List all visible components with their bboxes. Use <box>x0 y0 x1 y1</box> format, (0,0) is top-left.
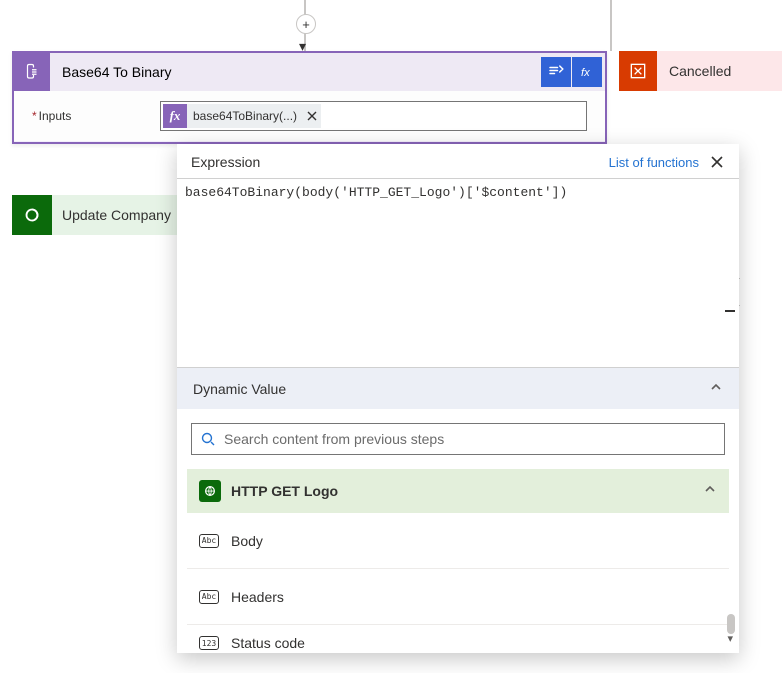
expression-editor[interactable] <box>177 178 739 362</box>
search-placeholder: Search content from previous steps <box>224 431 444 447</box>
expression-popover: Expression List of functions Dynamic Val… <box>177 144 739 653</box>
data-operations-icon <box>14 53 50 91</box>
http-icon <box>199 480 221 502</box>
inputs-field[interactable]: fx base64ToBinary(...) <box>160 101 587 131</box>
type-string-icon: Abc <box>199 534 219 548</box>
dataverse-icon <box>12 195 52 235</box>
dynamic-value-header[interactable]: Dynamic Value <box>177 367 739 409</box>
expression-button[interactable]: fx <box>572 57 602 87</box>
connector-line-right <box>610 0 612 51</box>
dynamic-value-item[interactable]: Abc Body <box>187 513 729 569</box>
card-cancelled[interactable]: Cancelled <box>619 51 782 91</box>
dynamic-value-item-label: Body <box>231 533 263 549</box>
remove-chip-button[interactable] <box>303 110 321 122</box>
dynamic-source-title: HTTP GET Logo <box>231 483 338 499</box>
expression-heading: Expression <box>191 154 260 170</box>
cancelled-title: Cancelled <box>657 63 731 79</box>
fx-icon: fx <box>163 104 187 128</box>
dynamic-value-item-label: Status code <box>231 635 305 651</box>
close-popover-button[interactable] <box>709 154 725 170</box>
type-string-icon: Abc <box>199 590 219 604</box>
dynamic-content-button[interactable] <box>541 57 571 87</box>
scrollbar-thumb[interactable] <box>727 614 735 634</box>
cancelled-icon <box>619 51 657 91</box>
plus-icon: + <box>302 17 310 32</box>
chevron-up-icon <box>703 482 717 501</box>
resize-handle[interactable] <box>725 310 735 312</box>
dynamic-value-item-label: Headers <box>231 589 284 605</box>
search-icon <box>200 431 216 447</box>
dynamic-value-item[interactable]: Abc Headers <box>187 569 729 625</box>
update-company-title: Update Company <box>52 207 171 223</box>
dynamic-value-search[interactable]: Search content from previous steps <box>191 423 725 455</box>
chevron-up-icon <box>709 380 723 397</box>
card-title: Base64 To Binary <box>50 64 540 80</box>
dynamic-source-http-get-logo[interactable]: HTTP GET Logo <box>187 469 729 513</box>
card-update-company[interactable]: Update Company <box>12 195 177 235</box>
dynamic-value-list: Abc Body Abc Headers 123 Status code <box>187 513 729 653</box>
card-body: *Inputs fx base64ToBinary(...) <box>14 91 605 141</box>
card-header[interactable]: Base64 To Binary fx <box>14 53 605 91</box>
type-number-icon: 123 <box>199 636 219 650</box>
card-base64-to-binary[interactable]: Base64 To Binary fx *Inputs fx base64ToB… <box>12 51 607 144</box>
dynamic-value-title: Dynamic Value <box>193 381 286 397</box>
expression-chip[interactable]: fx base64ToBinary(...) <box>163 104 321 128</box>
svg-text:fx: fx <box>581 67 590 79</box>
insert-step-button[interactable]: + <box>296 14 316 34</box>
expression-chip-label: base64ToBinary(...) <box>187 109 303 123</box>
scroll-down-icon[interactable]: ▾ <box>727 632 733 645</box>
dynamic-value-item[interactable]: 123 Status code <box>187 625 729 653</box>
list-of-functions-link[interactable]: List of functions <box>609 155 699 170</box>
inputs-label: *Inputs <box>32 109 152 123</box>
